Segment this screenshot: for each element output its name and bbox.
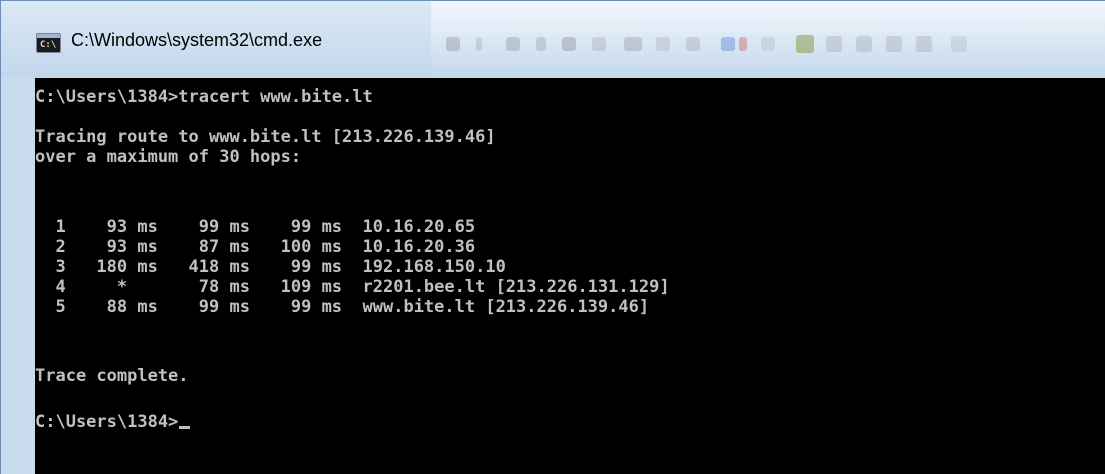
blurred-icon	[686, 37, 700, 51]
console-output[interactable]: C:\Users\1384>tracert www.bite.lt Tracin…	[35, 78, 1105, 474]
console-line-hop: 3 180 ms 418 ms 99 ms 192.168.150.10	[35, 257, 506, 277]
console-line-max-hops: over a maximum of 30 hops:	[35, 147, 302, 167]
blurred-icon	[536, 37, 546, 51]
console-app-icon[interactable]: C:\	[36, 33, 61, 53]
icon-text: C:\	[40, 40, 57, 50]
console-line-hop: 5 88 ms 99 ms 99 ms www.bite.lt [213.226…	[35, 297, 650, 317]
blurred-icon	[739, 37, 747, 51]
console-line-tracing-route: Tracing route to www.bite.lt [213.226.13…	[35, 127, 496, 147]
blurred-icon	[476, 37, 482, 51]
blurred-icon	[592, 37, 606, 51]
blurred-icon	[446, 37, 460, 51]
blurred-icon	[721, 37, 735, 51]
console-line-hop: 4 * 78 ms 109 ms r2201.bee.lt [213.226.1…	[35, 277, 670, 297]
blurred-icon	[761, 37, 775, 51]
console-line-command: C:\Users\1384>tracert www.bite.lt	[35, 87, 373, 107]
blurred-icon	[916, 36, 932, 52]
console-prompt: C:\Users\1384>	[35, 412, 179, 432]
blurred-icon	[562, 37, 576, 51]
blurred-icon	[951, 36, 967, 52]
console-line-hop: 1 93 ms 99 ms 99 ms 10.16.20.65	[35, 217, 476, 237]
icon-top-bar	[37, 34, 60, 38]
blurred-icon	[506, 37, 520, 51]
window-title: C:\Windows\system32\cmd.exe	[71, 30, 323, 50]
background-toolbar-blur	[436, 31, 1105, 57]
title-bar[interactable]: C:\ C:\Windows\system32\cmd.exe	[1, 1, 1105, 78]
console-prompt-line[interactable]: C:\Users\1384>	[35, 412, 191, 432]
cmd-window: C:\ C:\Windows\system32\cmd.exe C:\Users…	[0, 0, 1105, 474]
console-line-hop: 2 93 ms 87 ms 100 ms 10.16.20.36	[35, 237, 476, 257]
blurred-icon	[624, 37, 642, 51]
blurred-icon	[656, 37, 670, 51]
console-line-trace-complete: Trace complete.	[35, 366, 189, 386]
blurred-icon	[796, 35, 814, 53]
blurred-icon	[856, 36, 872, 52]
blurred-icon	[826, 36, 842, 52]
blurred-icon	[886, 36, 902, 52]
text-cursor	[179, 426, 191, 429]
